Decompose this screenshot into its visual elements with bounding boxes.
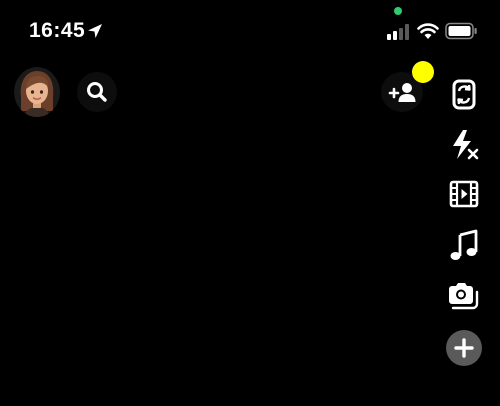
privacy-indicator-dot <box>394 7 402 15</box>
location-arrow-icon <box>86 22 104 40</box>
flash-off-icon <box>445 126 483 164</box>
flip-camera-icon <box>445 75 483 113</box>
notification-dot <box>412 61 434 83</box>
bitmoji-avatar-icon[interactable] <box>14 67 60 117</box>
camera-screen[interactable]: 16:45 <box>0 0 500 406</box>
status-time: 16:45 <box>29 19 86 42</box>
wifi-icon <box>417 22 439 40</box>
status-bar: 16:45 <box>0 0 500 60</box>
video-mode-button[interactable] <box>445 175 483 213</box>
flip-camera-button[interactable] <box>445 75 483 113</box>
music-note-icon <box>445 226 483 264</box>
film-strip-icon <box>445 175 483 213</box>
dual-camera-button[interactable] <box>445 277 483 315</box>
search-icon <box>77 82 117 116</box>
add-friend-icon <box>381 83 423 116</box>
battery-icon <box>445 22 478 40</box>
search-button[interactable] <box>77 72 117 112</box>
plus-icon <box>446 330 482 366</box>
more-options-button[interactable] <box>446 330 482 366</box>
flash-off-button[interactable] <box>445 126 483 164</box>
camera-stack-icon <box>445 277 483 315</box>
signal-icon <box>387 24 411 40</box>
music-button[interactable] <box>445 226 483 264</box>
